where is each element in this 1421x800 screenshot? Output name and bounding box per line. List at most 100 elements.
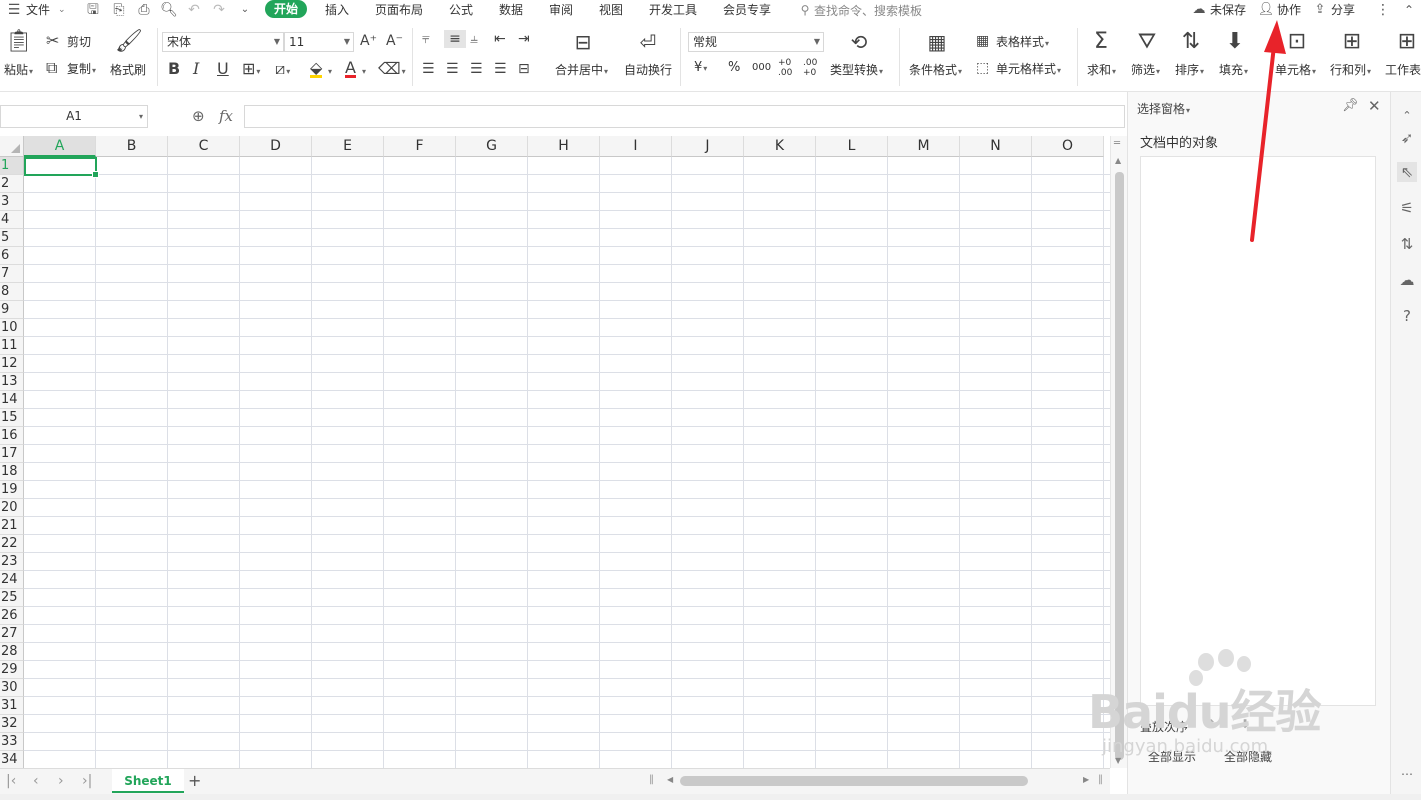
cell-style-button[interactable]: 单元格样式▾ — [996, 61, 1061, 79]
row-header-28[interactable]: 28 — [0, 643, 24, 661]
row-header-17[interactable]: 17 — [0, 445, 24, 463]
row-header-18[interactable]: 18 — [0, 463, 24, 481]
select-pointer-icon[interactable]: ⇖ — [1397, 162, 1417, 182]
more-tools-icon[interactable]: ⋯ — [1397, 764, 1417, 784]
prev-sheet-icon[interactable]: ‹ — [33, 773, 39, 789]
active-cell-a1[interactable] — [24, 157, 99, 178]
vertical-scrollbar[interactable]: ═ ▲ ▼ — [1110, 136, 1127, 768]
tab-home[interactable]: 开始 — [265, 0, 308, 18]
wrap-text-button[interactable]: 自动换行 — [624, 62, 672, 78]
row-header-16[interactable]: 16 — [0, 427, 24, 445]
filter-button[interactable]: 筛选▾ — [1131, 62, 1160, 80]
horizontal-scroll-thumb[interactable] — [680, 776, 1028, 786]
row-header-3[interactable]: 3 — [0, 193, 24, 211]
bold-button[interactable]: B — [168, 60, 180, 78]
send-backward-icon[interactable]: ⬇ — [1240, 717, 1250, 731]
row-header-9[interactable]: 9 — [0, 301, 24, 319]
fill-button[interactable]: 填充▾ — [1219, 62, 1248, 80]
fill-shape-icon[interactable]: ⧄▾ — [275, 60, 290, 81]
justify-icon[interactable]: ☰ — [494, 60, 507, 78]
row-header-4[interactable]: 4 — [0, 211, 24, 229]
transform-icon[interactable]: ⇅ — [1397, 234, 1417, 254]
increase-font-icon[interactable]: A⁺ — [360, 32, 377, 50]
currency-button[interactable]: ¥▾ — [694, 60, 707, 77]
increase-indent-icon[interactable]: ⇥ — [518, 30, 530, 48]
table-style-button[interactable]: 表格样式▾ — [996, 34, 1049, 52]
row-col-icon[interactable]: ⊞ — [1337, 30, 1367, 54]
help-icon[interactable]: ? — [1397, 306, 1417, 326]
row-header-10[interactable]: 10 — [0, 319, 24, 337]
column-header-h[interactable]: H — [528, 136, 600, 157]
format-painter-button[interactable]: 格式刷 — [110, 62, 146, 78]
row-header-21[interactable]: 21 — [0, 517, 24, 535]
collaborate-button[interactable]: 协作 — [1277, 2, 1301, 18]
scroll-up-icon[interactable]: ⌃ — [1397, 106, 1417, 126]
hamburger-menu-icon[interactable]: ☰ — [5, 1, 23, 19]
align-center-icon[interactable]: ☰ — [446, 60, 459, 78]
close-icon[interactable]: ✕ — [1368, 97, 1381, 115]
formula-input[interactable] — [244, 105, 1125, 128]
underline-button[interactable]: U — [217, 60, 229, 78]
command-search-input[interactable]: 查找命令、搜索模板 — [814, 2, 922, 19]
hide-all-button[interactable]: 全部隐藏 — [1224, 748, 1272, 765]
italic-button[interactable]: I — [193, 60, 199, 78]
first-sheet-icon[interactable]: |‹ — [6, 773, 16, 789]
row-header-20[interactable]: 20 — [0, 499, 24, 517]
thousands-separator-button[interactable]: 000 — [752, 60, 771, 76]
increase-decimal-button[interactable]: +0 .00 — [778, 58, 798, 78]
distribute-icon[interactable]: ⊟ — [518, 60, 530, 78]
rocket-icon[interactable]: ➶ — [1397, 128, 1417, 148]
row-header-8[interactable]: 8 — [0, 283, 24, 301]
column-header-j[interactable]: J — [672, 136, 744, 157]
pin-icon[interactable]: 📌︎ — [1342, 98, 1359, 113]
row-header-31[interactable]: 31 — [0, 697, 24, 715]
vertical-scroll-thumb[interactable] — [1115, 172, 1124, 760]
column-header-d[interactable]: D — [240, 136, 312, 157]
bring-forward-icon[interactable]: ⬆ — [1206, 717, 1216, 731]
file-menu-chevron-icon[interactable]: ⌄ — [58, 2, 66, 18]
redo-icon[interactable]: ↷ — [210, 1, 228, 19]
cell-button[interactable]: 单元格▾ — [1275, 62, 1316, 80]
row-header-29[interactable]: 29 — [0, 661, 24, 679]
fill-icon[interactable]: ⬇ — [1220, 30, 1250, 54]
share-button[interactable]: 分享 — [1331, 2, 1355, 18]
paste-button[interactable]: 粘贴▾ — [4, 62, 33, 80]
export-pdf-icon[interactable]: ⎘ — [110, 1, 128, 19]
hscroll-end-icon[interactable]: ‖ — [1098, 774, 1103, 785]
tab-insert[interactable]: 插入 — [325, 2, 349, 18]
clear-format-icon[interactable]: ⌫▾ — [378, 60, 406, 81]
worksheet-button[interactable]: 工作表 — [1385, 62, 1421, 78]
column-header-g[interactable]: G — [456, 136, 528, 157]
scroll-left-icon[interactable]: ◀ — [667, 775, 673, 784]
scroll-down-icon[interactable]: ▼ — [1115, 756, 1121, 765]
row-header-1[interactable]: 1 — [0, 157, 24, 175]
row-header-26[interactable]: 26 — [0, 607, 24, 625]
row-header-2[interactable]: 2 — [0, 175, 24, 193]
decrease-indent-icon[interactable]: ⇤ — [494, 30, 506, 48]
column-header-i[interactable]: I — [600, 136, 672, 157]
row-header-11[interactable]: 11 — [0, 337, 24, 355]
row-header-14[interactable]: 14 — [0, 391, 24, 409]
row-col-button[interactable]: 行和列▾ — [1330, 62, 1371, 80]
sort-button[interactable]: 排序▾ — [1175, 62, 1204, 80]
row-header-19[interactable]: 19 — [0, 481, 24, 499]
font-name-select[interactable]: 宋体 ▼ — [162, 32, 284, 52]
row-header-33[interactable]: 33 — [0, 733, 24, 751]
next-sheet-icon[interactable]: › — [58, 773, 64, 789]
column-header-l[interactable]: L — [816, 136, 888, 157]
sum-icon[interactable]: Σ — [1086, 30, 1116, 54]
row-header-13[interactable]: 13 — [0, 373, 24, 391]
row-header-30[interactable]: 30 — [0, 679, 24, 697]
type-convert-icon[interactable]: ⟲ — [844, 30, 874, 54]
decrease-decimal-button[interactable]: .00 +0 — [803, 58, 823, 78]
align-bottom-icon[interactable]: ⫨ — [470, 30, 478, 48]
name-box[interactable]: A1 ▾ — [0, 105, 148, 128]
type-convert-button[interactable]: 类型转换▾ — [830, 62, 883, 80]
column-header-f[interactable]: F — [384, 136, 456, 157]
tab-data[interactable]: 数据 — [499, 2, 523, 18]
cell-icon[interactable]: ⊡ — [1282, 30, 1312, 54]
percent-button[interactable]: % — [728, 60, 740, 76]
insert-function-button[interactable]: fx — [219, 107, 233, 125]
row-header-5[interactable]: 5 — [0, 229, 24, 247]
number-format-select[interactable]: 常规 ▼ — [688, 32, 824, 52]
